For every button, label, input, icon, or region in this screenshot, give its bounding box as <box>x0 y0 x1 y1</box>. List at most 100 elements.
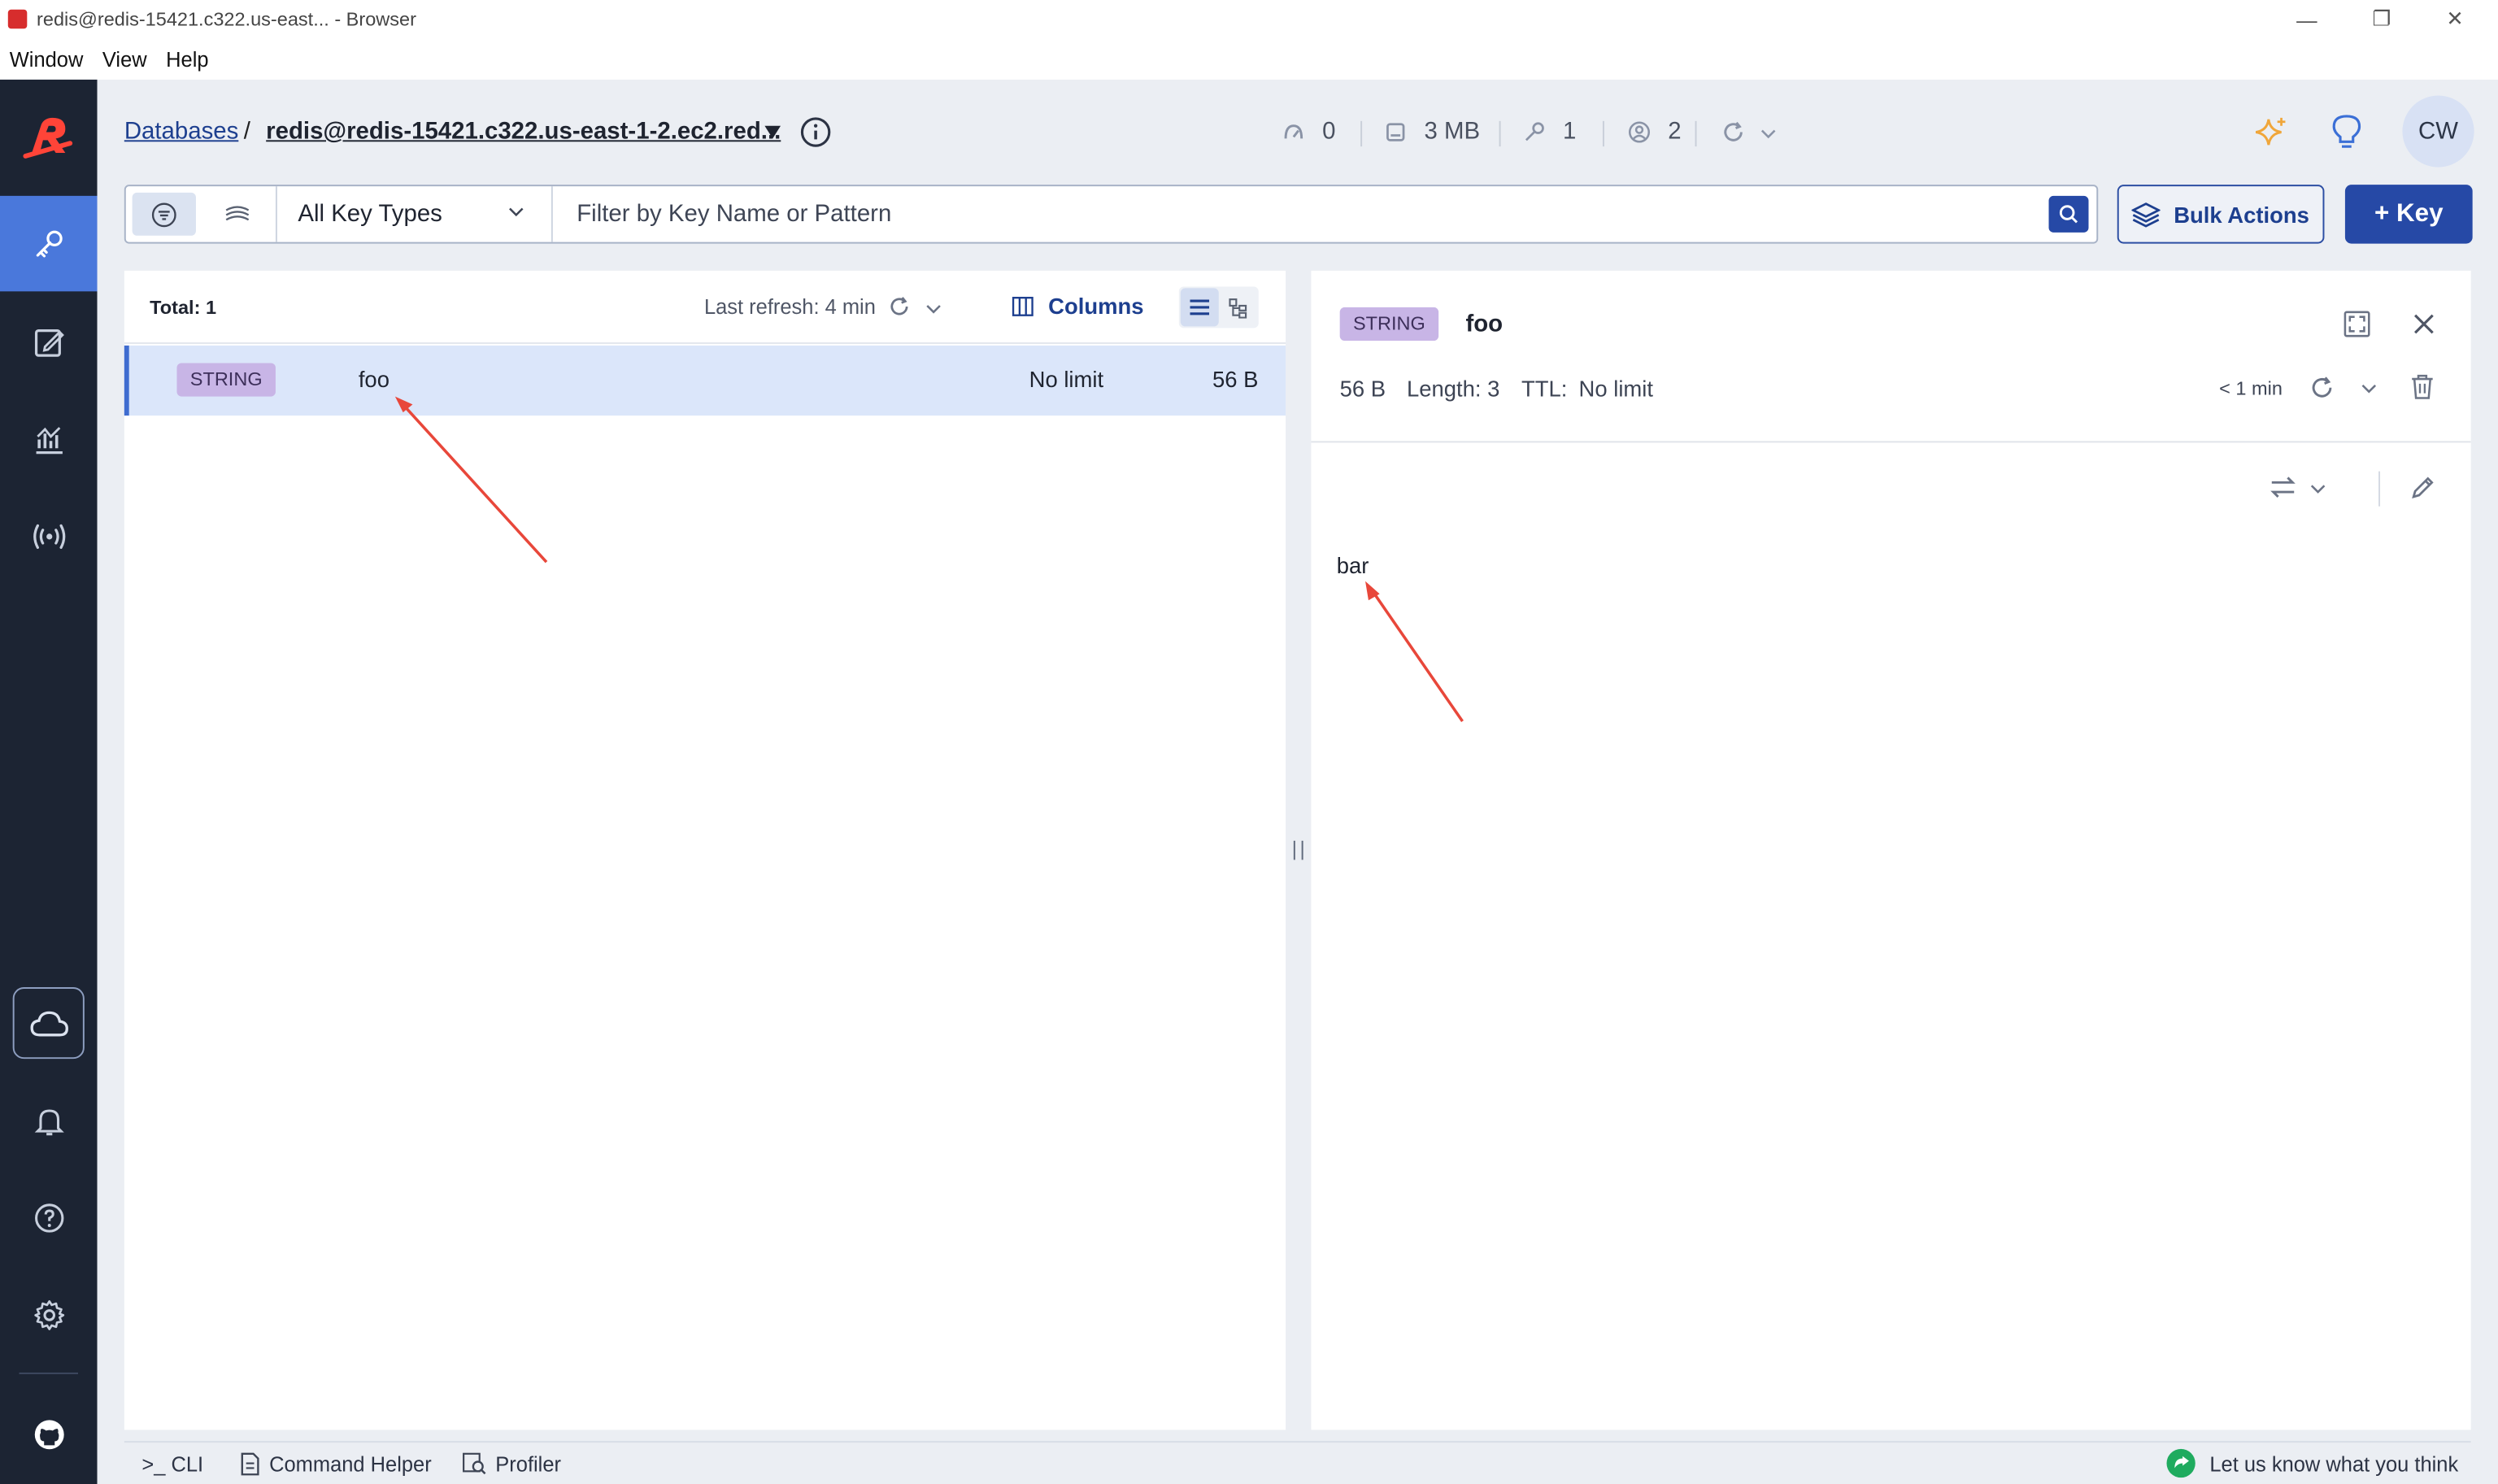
edit-note-icon <box>33 329 63 357</box>
key-size-meta: 56 B <box>1339 376 1386 402</box>
stat-divider <box>1360 120 1363 147</box>
gear-icon <box>33 1300 64 1330</box>
restore-button[interactable]: ❐ <box>2345 0 2418 38</box>
pencil-icon[interactable] <box>2409 475 2435 502</box>
key-type-badge: STRING <box>176 363 276 397</box>
refresh-icon[interactable] <box>887 294 911 318</box>
sidebar-nav <box>0 79 98 1484</box>
bulk-actions-button[interactable]: Bulk Actions <box>2117 185 2325 244</box>
sidebar-item-help[interactable] <box>0 1170 98 1265</box>
toolbar-divider <box>2378 471 2381 507</box>
search-view-button[interactable] <box>206 193 269 236</box>
redis-logo-icon[interactable] <box>22 111 76 163</box>
chevron-down-icon[interactable] <box>2361 382 2378 395</box>
profiler-label: Profiler <box>495 1451 562 1477</box>
add-key-label: + Key <box>2374 199 2444 228</box>
ttl-value[interactable]: No limit <box>1579 376 1653 401</box>
add-key-button[interactable]: + Key <box>2344 185 2473 244</box>
key-type-select[interactable]: All Key Types <box>275 186 553 242</box>
trash-icon[interactable] <box>2409 372 2435 401</box>
refresh-icon[interactable] <box>2309 374 2335 401</box>
pubsub-icon <box>33 524 65 549</box>
key-value[interactable]: bar <box>1337 552 1369 577</box>
columns-label: Columns <box>1048 293 1144 319</box>
cli-label: >_ CLI <box>141 1451 204 1477</box>
cloud-icon <box>29 1010 67 1036</box>
profiler-button[interactable]: Profiler <box>462 1452 561 1476</box>
columns-button[interactable]: Columns <box>1012 293 1144 319</box>
analytics-icon <box>35 427 62 455</box>
search-button[interactable] <box>2048 195 2089 233</box>
database-name[interactable]: redis@redis-15421.c322.us-east-1-2.ec2.r… <box>266 118 781 145</box>
minimize-button[interactable]: — <box>2270 0 2344 38</box>
menu-window[interactable]: Window <box>10 47 84 71</box>
sidebar-item-github[interactable] <box>0 1387 98 1482</box>
search-input[interactable] <box>555 186 2046 242</box>
close-icon[interactable] <box>2412 312 2435 336</box>
menu-help[interactable]: Help <box>166 47 208 71</box>
key-ttl: No limit <box>1029 366 1104 392</box>
key-icon <box>35 230 62 258</box>
cloud-button[interactable] <box>12 987 85 1060</box>
feedback-label: Let us know what you think <box>2209 1451 2459 1476</box>
refresh-icon[interactable] <box>1721 120 1746 145</box>
breadcrumb-databases[interactable]: Databases <box>124 118 239 145</box>
user-avatar[interactable]: CW <box>2402 95 2474 168</box>
key-details-panel: STRING foo 56 B Length: 3 TTL: No limit … <box>1311 270 2471 1430</box>
chevron-down-icon[interactable] <box>2310 482 2326 495</box>
app-logo-icon <box>7 9 28 29</box>
cli-button[interactable]: >_ CLI <box>141 1452 203 1476</box>
layers-icon <box>2132 202 2161 227</box>
stat-divider <box>1695 120 1697 147</box>
lightbulb-icon[interactable] <box>2330 113 2362 151</box>
key-name-title[interactable]: foo <box>1465 311 1503 337</box>
profiler-icon <box>463 1452 486 1475</box>
filter-bar: All Key Types <box>124 185 2099 244</box>
key-size: 56 B <box>1212 366 1259 392</box>
panel-resize-handle[interactable] <box>1293 840 1303 860</box>
sidebar-item-pubsub[interactable] <box>0 489 98 584</box>
list-icon <box>1190 299 1210 316</box>
stat-keys: 1 <box>1523 118 1576 145</box>
key-type-value: All Key Types <box>298 200 442 228</box>
bell-icon <box>33 1109 63 1136</box>
total-keys: Total: 1 <box>150 296 217 319</box>
format-switch-icon[interactable] <box>2269 473 2297 502</box>
tree-icon <box>1228 298 1247 318</box>
layers-search-icon <box>225 205 250 220</box>
tree-view-button[interactable] <box>1219 288 1257 326</box>
stat-clients: 2 <box>1628 117 1682 146</box>
sidebar-item-browser[interactable] <box>0 195 98 292</box>
menu-bar: Window View Help <box>0 37 2498 80</box>
chevron-down-icon[interactable] <box>1760 128 1777 141</box>
chevron-down-icon[interactable] <box>925 302 942 316</box>
last-refresh-text: Last refresh: 4 min <box>703 294 876 319</box>
feedback-icon <box>2166 1448 2196 1478</box>
list-view-button[interactable] <box>1180 288 1219 327</box>
sidebar-item-notifications[interactable] <box>0 1073 98 1168</box>
sparkles-icon[interactable] <box>2252 115 2291 153</box>
filter-view-button[interactable] <box>132 192 196 236</box>
database-dropdown-icon[interactable] <box>763 124 782 141</box>
sidebar-divider <box>19 1372 79 1374</box>
sidebar-item-analytics[interactable] <box>0 392 98 487</box>
menu-view[interactable]: View <box>102 47 147 71</box>
filter-icon <box>151 202 176 227</box>
user-icon <box>1628 120 1651 142</box>
close-window-button[interactable]: ✕ <box>2418 0 2491 38</box>
key-list-row[interactable]: STRING foo No limit 56 B <box>124 345 1286 416</box>
key-name: foo <box>358 366 389 392</box>
info-icon[interactable] <box>800 116 832 148</box>
search-icon <box>2059 205 2078 224</box>
help-icon <box>34 1203 63 1233</box>
sidebar-item-settings[interactable] <box>0 1268 98 1363</box>
breadcrumb-separator: / <box>243 117 250 146</box>
bottom-bar: >_ CLI Command Helper Profiler Let us kn… <box>124 1441 2471 1484</box>
stat-clients-value: 2 <box>1668 117 1682 146</box>
feedback-link[interactable]: Let us know what you think <box>2166 1448 2459 1478</box>
expand-icon[interactable] <box>2344 311 2370 337</box>
sidebar-item-workbench[interactable] <box>0 294 98 389</box>
command-helper-button[interactable]: Command Helper <box>239 1452 432 1476</box>
view-mode-toggle <box>132 192 276 236</box>
page-header: Databases / redis@redis-15421.c322.us-ea… <box>98 80 2498 185</box>
